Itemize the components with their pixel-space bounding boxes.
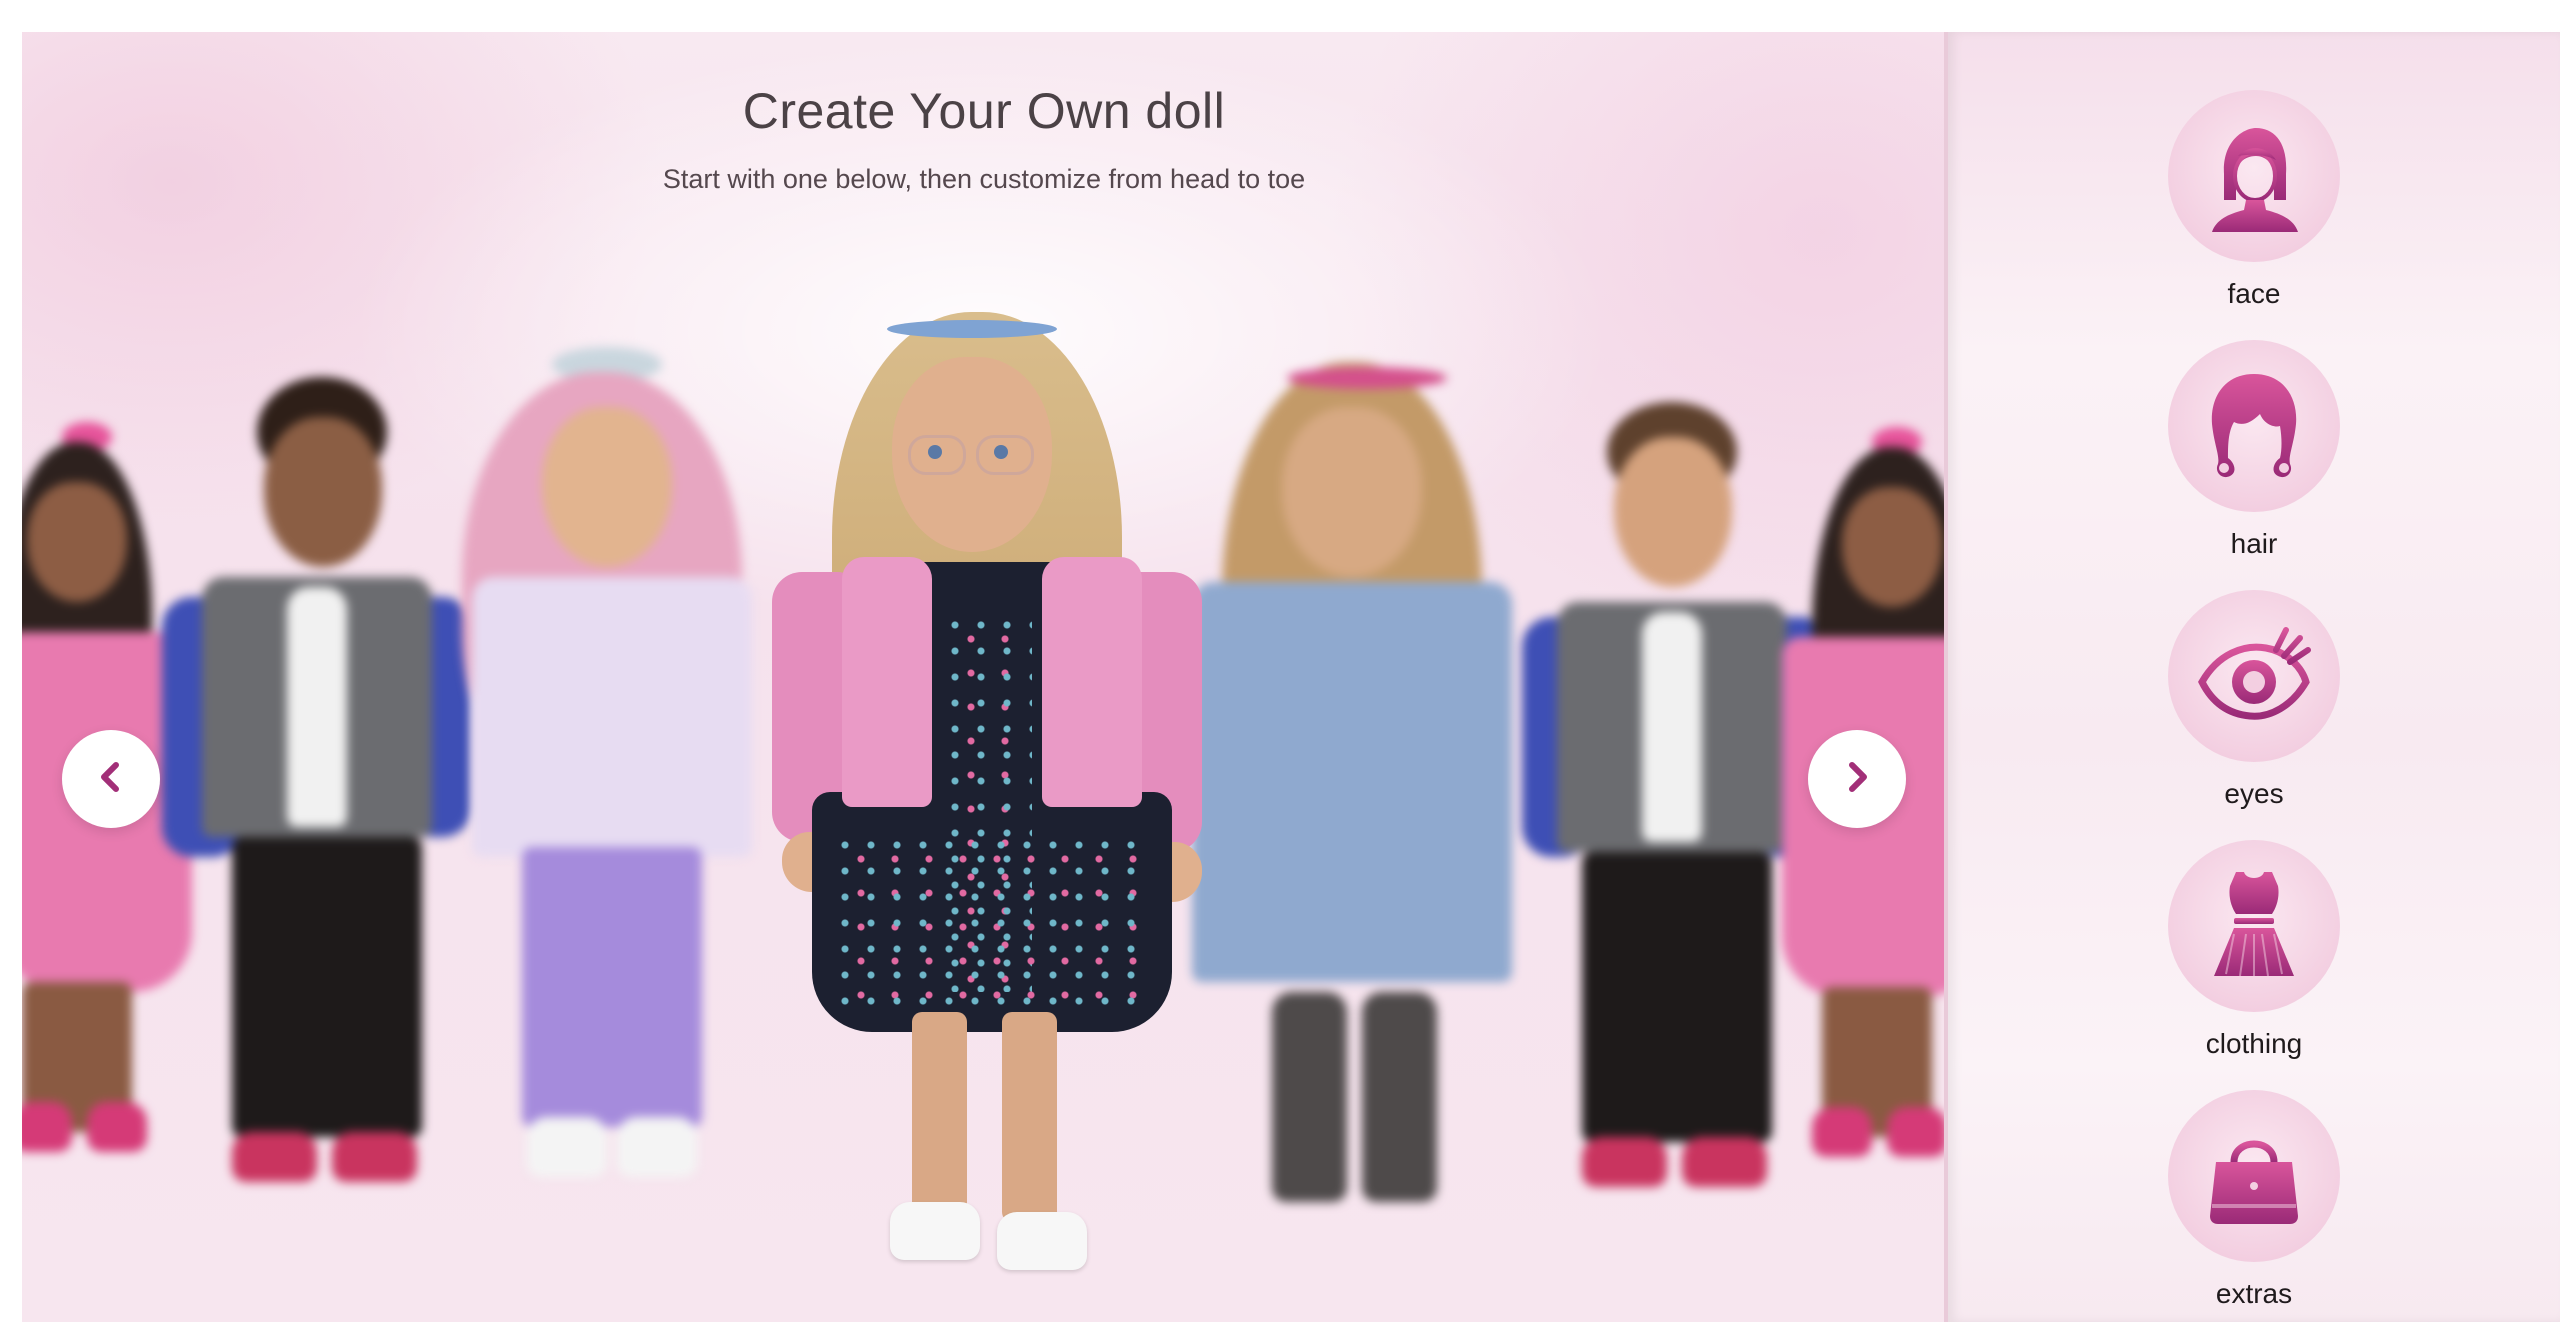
carousel-next-button[interactable] — [1808, 730, 1906, 828]
page-title: Create Your Own doll — [742, 83, 1226, 139]
handbag-icon — [2210, 1140, 2298, 1224]
sidebar-item-label: face — [2227, 278, 2281, 309]
eye-icon — [2198, 627, 2311, 720]
chevron-left-icon — [91, 757, 131, 802]
doll-option-featured-blonde[interactable] — [772, 312, 1212, 1302]
doll-carousel-stage: Create Your Own doll Start with one belo… — [22, 32, 1946, 1322]
sidebar-item-hair[interactable]: hair — [1948, 340, 2560, 560]
sidebar-item-extras-circle — [2168, 1090, 2340, 1262]
sidebar-item-label: extras — [2215, 1278, 2293, 1309]
sidebar-item-face[interactable]: face — [1948, 90, 2560, 310]
sidebar-item-clothing-circle — [2168, 840, 2340, 1012]
sidebar-item-label: clothing — [2205, 1028, 2303, 1059]
page: Create Your Own doll Start with one belo… — [0, 0, 2560, 1322]
carousel-prev-button[interactable] — [62, 730, 160, 828]
sidebar-item-label: hair — [2230, 528, 2278, 559]
sidebar-item-extras[interactable]: extras — [1948, 1090, 2560, 1310]
page-subtitle: Start with one below, then customize fro… — [662, 164, 1306, 194]
doll-option-pastel-outfit[interactable] — [442, 347, 772, 1207]
hair-icon — [2211, 374, 2297, 478]
chevron-right-icon — [1837, 757, 1877, 802]
sidebar-item-eyes-circle — [2168, 590, 2340, 762]
sidebar-item-label: eyes — [2224, 778, 2284, 809]
face-icon — [2212, 128, 2298, 232]
doll-option-blue-hoodie-dress[interactable] — [1172, 362, 1532, 1242]
sidebar-item-hair-circle — [2168, 340, 2340, 512]
sidebar-item-eyes[interactable]: eyes — [1948, 590, 2560, 810]
sidebar-item-face-circle — [2168, 90, 2340, 262]
doll-option-varsity-jacket-left[interactable] — [162, 377, 472, 1197]
dress-icon — [2214, 872, 2294, 977]
customize-sidebar: face hair eyes clothing extras — [1944, 32, 2560, 1322]
sidebar-item-clothing[interactable]: clothing — [1948, 840, 2560, 1060]
